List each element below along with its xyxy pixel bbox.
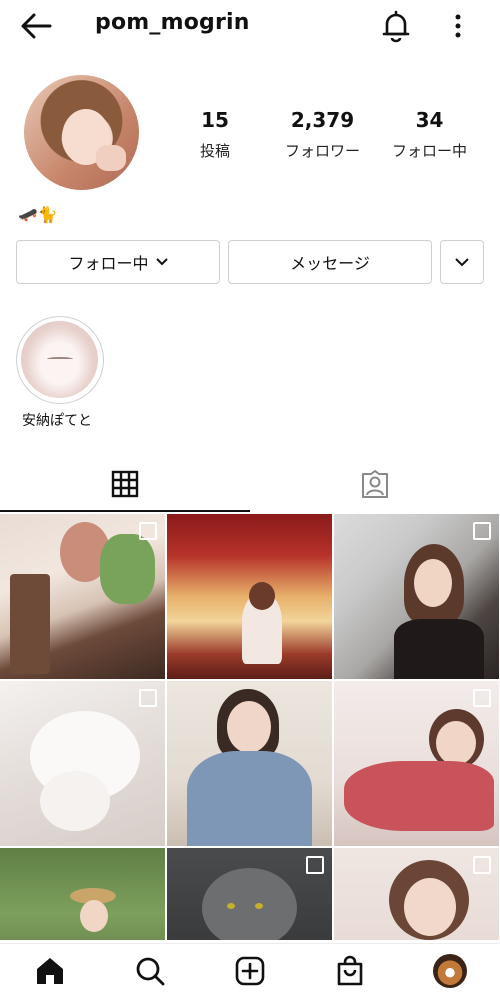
profile-avatar[interactable] bbox=[24, 75, 139, 190]
arrow-left-icon[interactable] bbox=[18, 10, 54, 42]
bell-icon[interactable] bbox=[378, 8, 414, 44]
following-button[interactable]: フォロー中 bbox=[16, 240, 220, 284]
grid-icon bbox=[111, 470, 139, 498]
shop-icon[interactable] bbox=[333, 954, 367, 988]
home-icon[interactable] bbox=[33, 954, 67, 988]
profile-bio: 🛹🐈 bbox=[18, 205, 58, 224]
multiple-photos-icon bbox=[473, 856, 491, 874]
post-thumbnail[interactable] bbox=[0, 681, 165, 846]
post-thumbnail[interactable] bbox=[334, 848, 499, 940]
stat-followers[interactable]: 2,379 フォロワー bbox=[270, 108, 375, 161]
multiple-photos-icon bbox=[139, 689, 157, 707]
post-thumbnail[interactable] bbox=[334, 681, 499, 846]
multiple-photos-icon bbox=[306, 856, 324, 874]
multiple-photos-icon bbox=[473, 689, 491, 707]
search-icon[interactable] bbox=[133, 954, 167, 988]
message-button[interactable]: メッセージ bbox=[228, 240, 432, 284]
followers-count: 2,379 bbox=[290, 108, 355, 132]
highlight-cover-image bbox=[21, 321, 98, 398]
suggested-accounts-button[interactable] bbox=[440, 240, 484, 284]
profile-avatar[interactable] bbox=[433, 954, 467, 988]
following-button-label: フォロー中 bbox=[68, 254, 149, 273]
post-thumbnail[interactable] bbox=[334, 514, 499, 679]
post-thumbnail[interactable] bbox=[167, 681, 332, 846]
tab-tagged[interactable] bbox=[250, 455, 500, 513]
multiple-photos-icon bbox=[473, 522, 491, 540]
chevron-down-icon bbox=[455, 257, 469, 266]
more-vertical-icon[interactable] bbox=[446, 8, 470, 44]
active-tab-indicator bbox=[0, 510, 250, 512]
top-bar: pom_mogrin bbox=[0, 0, 500, 52]
story-highlight-label: 安納ぽてと bbox=[22, 413, 92, 429]
following-label: フォロー中 bbox=[391, 142, 467, 160]
bottom-navigation bbox=[0, 943, 500, 993]
create-icon[interactable] bbox=[233, 954, 267, 988]
followers-label: フォロワー bbox=[284, 142, 360, 160]
posts-grid bbox=[0, 514, 500, 940]
chevron-down-icon bbox=[155, 258, 168, 266]
post-thumbnail[interactable] bbox=[167, 848, 332, 940]
profile-tabs bbox=[0, 455, 500, 513]
profile-username: pom_mogrin bbox=[95, 10, 250, 35]
stat-posts: 15 投稿 bbox=[180, 108, 250, 161]
posts-label: 投稿 bbox=[199, 142, 230, 160]
post-thumbnail[interactable] bbox=[0, 514, 165, 679]
post-thumbnail[interactable] bbox=[167, 514, 332, 679]
stat-following[interactable]: 34 フォロー中 bbox=[382, 108, 477, 161]
post-thumbnail[interactable] bbox=[0, 848, 165, 940]
tab-posts-grid[interactable] bbox=[0, 455, 250, 513]
following-count: 34 bbox=[415, 108, 444, 132]
message-button-label: メッセージ bbox=[290, 254, 370, 273]
posts-count: 15 bbox=[201, 108, 229, 132]
multiple-photos-icon bbox=[139, 522, 157, 540]
story-highlight[interactable] bbox=[16, 316, 104, 404]
tagged-person-icon bbox=[362, 470, 388, 498]
